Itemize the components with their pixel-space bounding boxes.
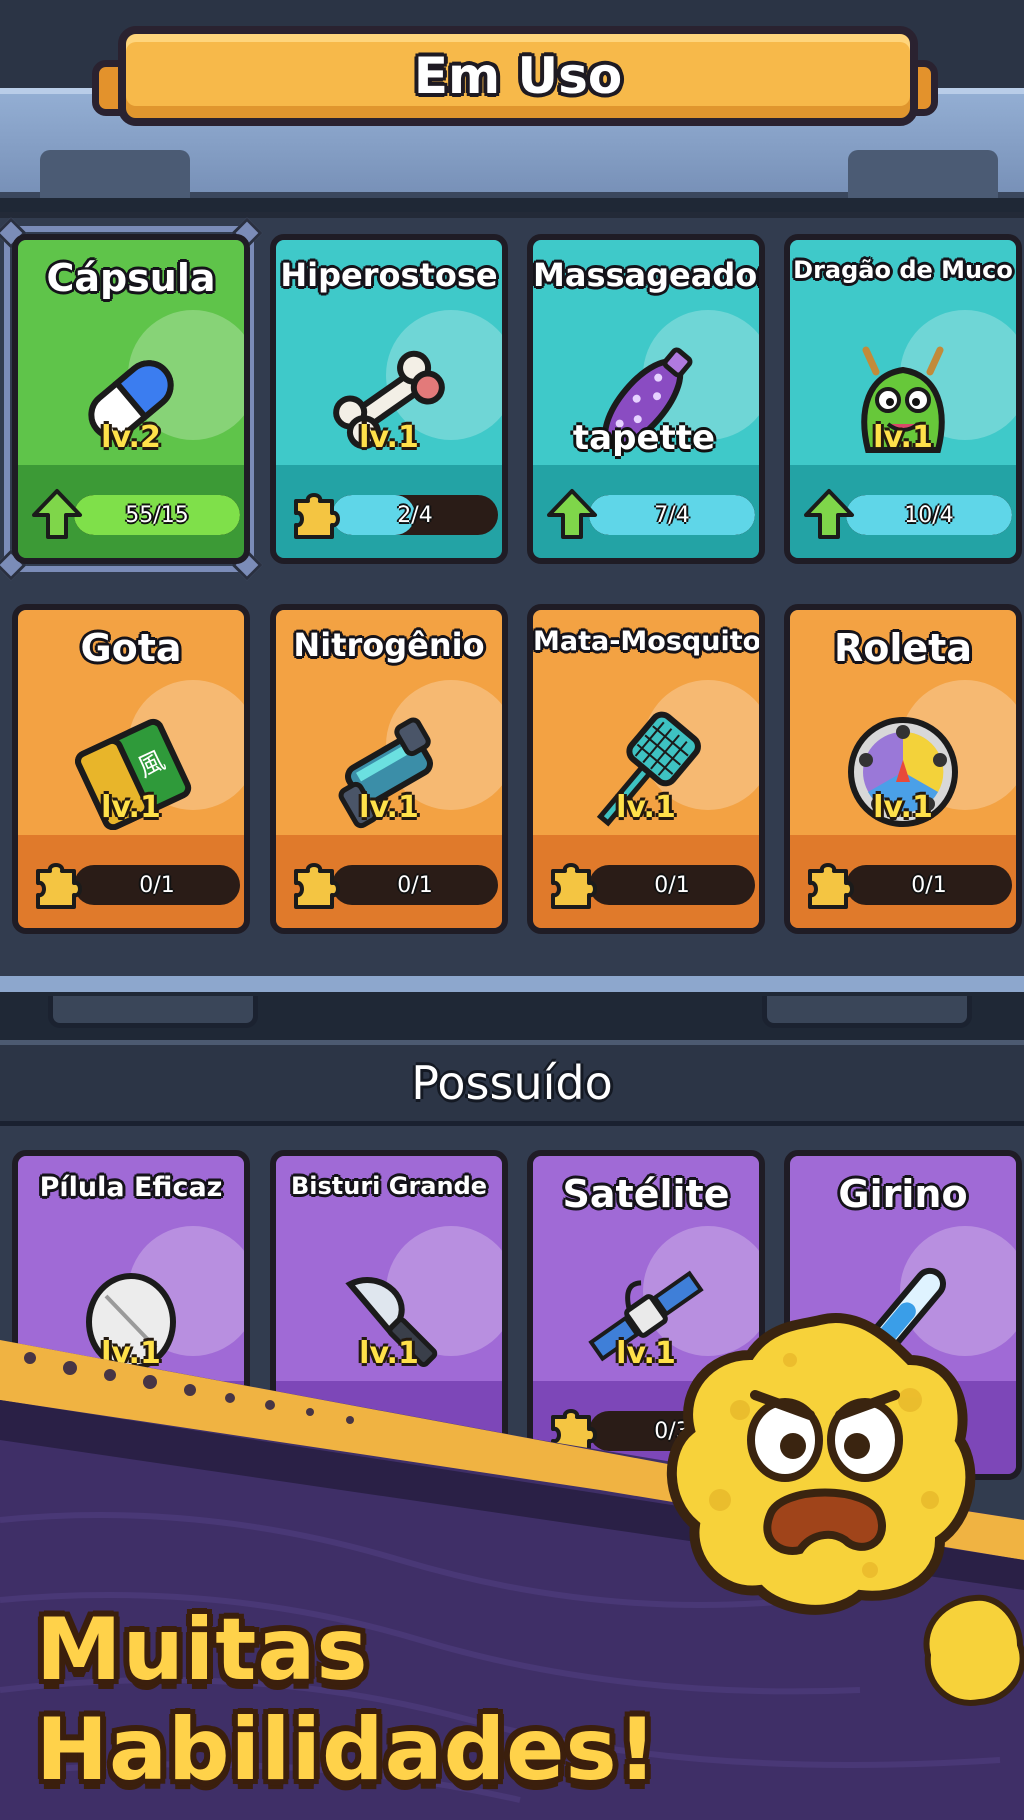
puzzle-piece-icon <box>802 857 856 911</box>
panel-foot-tab-left <box>48 996 258 1028</box>
progress-bar: 2/4 <box>332 495 498 535</box>
progress-text: 55/15 <box>125 502 189 528</box>
card-footer: 2/4 <box>276 465 502 558</box>
skill-level: lv.1 <box>616 790 676 825</box>
skill-level: lv.1 <box>873 790 933 825</box>
progress-text: 0/1 <box>911 872 947 898</box>
equipped-card[interactable]: 2/4 Hiperostose lv.1 <box>270 234 508 564</box>
equipped-card[interactable]: 0/1 Roleta lv.1 <box>784 604 1022 934</box>
puzzle-piece-icon <box>545 857 599 911</box>
progress-text: 2/4 <box>397 502 433 528</box>
skill-name: Cápsula <box>46 256 216 300</box>
promo-title: Muitas Habilidades! <box>36 1600 658 1800</box>
progress-text: 0/1 <box>397 872 433 898</box>
skill-name: Gota <box>80 626 182 670</box>
card-footer: 0/1 <box>533 835 759 928</box>
skill-caption-overlay: tapette <box>572 418 716 458</box>
skill-name: Nitrogênio <box>293 626 485 664</box>
skill-level: lv.2 <box>101 420 161 455</box>
skill-name: Bisturi Grande <box>290 1172 488 1200</box>
upgrade-arrow-icon[interactable] <box>802 487 856 541</box>
header-banner: Em Uso <box>118 26 918 126</box>
progress-bar: 0/1 <box>589 865 755 905</box>
progress-bar: 0/1 <box>74 865 240 905</box>
skill-name: Satélite <box>562 1172 730 1216</box>
skill-name: Massageador <box>533 256 765 294</box>
progress-text: 10/4 <box>904 502 954 528</box>
progress-text: 0/1 <box>654 872 690 898</box>
equipped-card[interactable]: 0/1 Gota 風 lv.1 <box>12 604 250 934</box>
progress-bar: 0/1 <box>332 865 498 905</box>
puzzle-piece-icon <box>30 857 84 911</box>
skill-level: lv.1 <box>359 790 419 825</box>
skill-name: Dragão de Muco <box>793 256 1013 284</box>
upgrade-arrow-icon[interactable] <box>545 487 599 541</box>
progress-bar: 10/4 <box>846 495 1012 535</box>
skill-level: lv.1 <box>359 420 419 455</box>
skill-name: Hiperostose <box>280 256 498 294</box>
puzzle-piece-icon <box>288 857 342 911</box>
card-footer: 0/1 <box>276 835 502 928</box>
card-footer: 0/1 <box>790 835 1016 928</box>
owned-section-header: Possuído <box>0 1040 1024 1126</box>
skill-name: Mata-Mosquito <box>533 626 762 657</box>
card-footer: 0/1 <box>18 835 244 928</box>
skill-level: lv.1 <box>101 790 161 825</box>
progress-text: 7/4 <box>654 502 690 528</box>
equipped-card[interactable]: 55/15 Cápsula lv.2 <box>12 234 250 564</box>
equipped-card[interactable]: 0/1 Mata-Mosquito lv.1 <box>527 604 765 934</box>
panel-foot-tab-right <box>762 996 972 1028</box>
angry-germ-mascot-icon <box>666 1313 976 1615</box>
progress-bar: 0/1 <box>846 865 1012 905</box>
progress-bar: 55/15 <box>74 495 240 535</box>
skill-name: Pílula Eficaz <box>39 1172 223 1203</box>
skill-level: lv.1 <box>873 420 933 455</box>
progress-bar: 7/4 <box>589 495 755 535</box>
progress-text: 0/1 <box>139 872 175 898</box>
skill-name: Girino <box>838 1172 968 1216</box>
equipped-card[interactable]: 10/4 Dragão de Muco lv.1 <box>784 234 1022 564</box>
equipped-card[interactable]: 7/4 Massageador <box>527 234 765 564</box>
owned-section-title: Possuído <box>411 1056 613 1110</box>
skill-name: Roleta <box>834 626 972 670</box>
tray-tab-right <box>848 150 998 198</box>
puzzle-piece-icon <box>288 487 342 541</box>
card-footer: 7/4 <box>533 465 759 558</box>
equipped-card[interactable]: 0/1 Nitrogênio lv.1 <box>270 604 508 934</box>
page-title: Em Uso <box>413 47 623 105</box>
card-footer: 10/4 <box>790 465 1016 558</box>
card-footer: 55/15 <box>18 465 244 558</box>
upgrade-arrow-icon[interactable] <box>30 487 84 541</box>
tray-tab-left <box>40 150 190 198</box>
